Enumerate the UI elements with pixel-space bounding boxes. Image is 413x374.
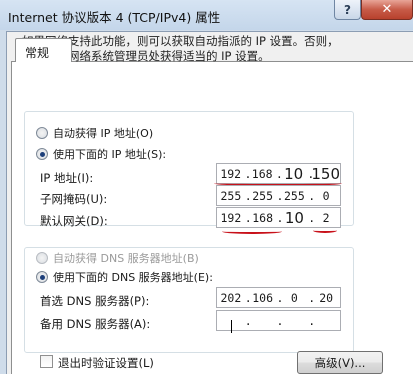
mask-octet-1: 255 [220, 188, 242, 203]
dns1-octet-1: 202 [220, 290, 242, 305]
window-title: Internet 协议版本 4 (TCP/IPv4) 属性 [8, 10, 221, 25]
gw-octet-4: 2 [322, 210, 330, 225]
gateway-label: 默认网关(D): [40, 214, 108, 228]
validate-label: 退出时验证设置(L) [58, 356, 154, 370]
tab-general[interactable]: 常规 [15, 38, 72, 62]
auto-ip-radio[interactable]: 自动获得 IP 地址(O) [36, 125, 157, 141]
help-button[interactable]: ? [334, 0, 361, 20]
gw-octet-2: 168 [252, 210, 274, 225]
auto-ip-label: 自动获得 IP 地址(O) [53, 127, 154, 140]
info-text: 如果网络支持此功能，则可以获取自动指派的 IP 设置。否则， 您需要从网络系统管… [22, 34, 382, 63]
info-line-1: 如果网络支持此功能，则可以获取自动指派的 IP 设置。否则， [22, 34, 339, 48]
gw-octet-1: 192 [220, 210, 242, 225]
radio-selected-icon [36, 148, 48, 160]
advanced-button-label: 高级(V)... [314, 355, 366, 370]
title-bar: Internet 协议版本 4 (TCP/IPv4) 属性 ? ✕ [0, 0, 413, 30]
gw-octet-3: 10 [284, 208, 304, 227]
alternate-dns-label: 备用 DNS 服务器(A): [40, 317, 151, 331]
close-icon: ✕ [381, 2, 393, 17]
radio-icon [36, 127, 48, 139]
dns1-octet-2: 106 [252, 290, 274, 305]
info-line-2: 您需要从网络系统管理员处获得适当的 IP 设置。 [22, 48, 270, 63]
manual-ip-radio[interactable]: 使用下面的 IP 地址(S): [36, 146, 170, 162]
help-icon: ? [344, 2, 351, 17]
gateway-input[interactable]: 192. 168. 10. 2 [216, 207, 341, 228]
ip-octet-2: 168 [251, 166, 273, 181]
mask-octet-3: 255 [283, 188, 305, 203]
ip-octet-1: 192 [220, 166, 242, 181]
preferred-dns-label: 首选 DNS 服务器(P): [40, 294, 150, 308]
ip-octet-3: 10 [284, 164, 304, 183]
subnet-mask-label: 子网掩码(U): [40, 192, 108, 206]
text-cursor [231, 319, 232, 333]
tab-general-label: 常规 [25, 46, 50, 60]
auto-dns-radio[interactable]: 自动获得 DNS 服务器地址(B) [36, 250, 202, 266]
dns1-octet-3: 0 [290, 290, 298, 305]
ip-address-label: IP 地址(I): [40, 171, 94, 185]
preferred-dns-input[interactable]: 202. 106. 0. 20 [216, 287, 341, 308]
close-button[interactable]: ✕ [361, 0, 413, 20]
manual-dns-label: 使用下面的 DNS 服务器地址(E): [53, 271, 213, 284]
alternate-dns-input[interactable]: . . . [216, 310, 341, 333]
advanced-button[interactable]: 高级(V)... [297, 351, 383, 374]
mask-octet-2: 255 [252, 188, 274, 203]
validate-checkbox[interactable] [40, 355, 53, 368]
manual-dns-radio[interactable]: 使用下面的 DNS 服务器地址(E): [36, 269, 216, 285]
auto-dns-label: 自动获得 DNS 服务器地址(B) [53, 252, 199, 265]
subnet-mask-input[interactable]: 255. 255. 255. 0 [216, 185, 341, 206]
red-annotation-gw-right [313, 228, 337, 233]
ip-octet-4: 150 [311, 164, 340, 183]
radio-disabled-icon [36, 252, 48, 264]
mask-octet-4: 0 [322, 188, 330, 203]
red-annotation-gw-left [222, 229, 282, 234]
manual-ip-label: 使用下面的 IP 地址(S): [53, 148, 167, 161]
dns1-octet-4: 20 [319, 290, 334, 305]
radio-selected-icon [36, 271, 48, 283]
